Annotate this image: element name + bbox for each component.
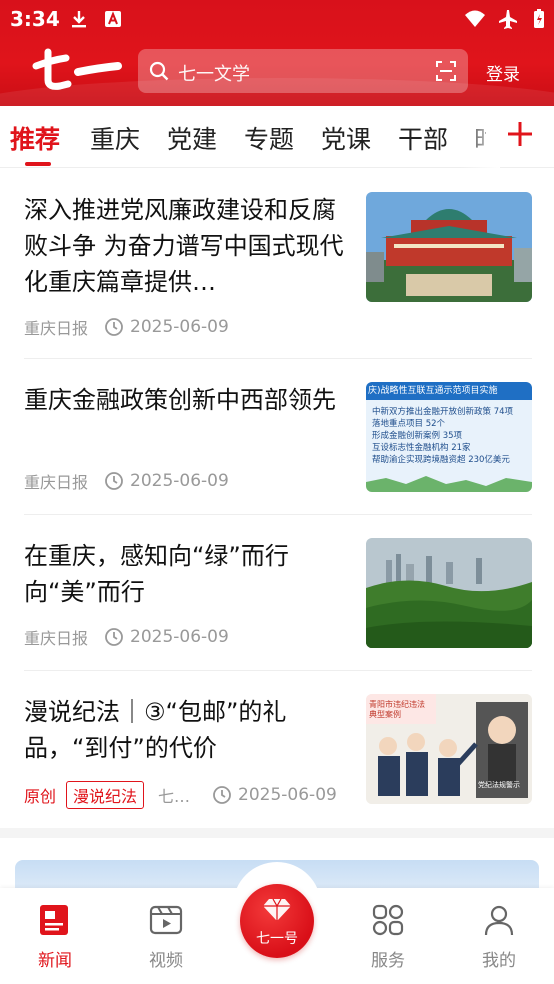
great-hall-image xyxy=(366,192,532,302)
article-date: 2025-06-09 xyxy=(238,785,337,805)
article-item[interactable]: 在重庆，感知向“绿”而行向“美”而行 重庆日报 2025-06-09 xyxy=(24,538,532,658)
article-meta: 重庆日报 2025-06-09 xyxy=(24,469,229,493)
nav-me[interactable]: 我的 xyxy=(444,888,554,984)
infographic-line: 形成金融创新案例 35项 xyxy=(372,431,463,441)
login-button[interactable]: 登录 xyxy=(486,60,520,85)
tab-chongqing[interactable]: 重庆 xyxy=(90,120,140,156)
tab-cadres[interactable]: 干部 xyxy=(398,120,448,156)
tab-recommend[interactable]: 推荐 xyxy=(10,120,60,156)
nav-news[interactable]: 新闻 xyxy=(0,888,110,984)
article-item[interactable]: 漫说纪法｜③“包邮”的礼品，“到付”的代价 原创 漫说纪法 七… 2025-06… xyxy=(24,694,532,814)
nav-label: 七一号 xyxy=(256,931,298,947)
nav-qiyi-hao[interactable]: 七一号 xyxy=(240,884,314,958)
comic-board-text: 党纪法规警示 xyxy=(478,781,520,789)
article-meta: 重庆日报 2025-06-09 xyxy=(24,315,229,339)
wifi-icon xyxy=(465,10,485,27)
clock-icon xyxy=(213,786,231,804)
video-icon xyxy=(149,905,183,935)
article-source: 重庆日报 xyxy=(24,319,89,338)
list-divider xyxy=(24,514,532,515)
article-title: 重庆金融政策创新中西部领先 xyxy=(24,386,336,414)
list-divider xyxy=(24,358,532,359)
nav-label: 我的 xyxy=(482,951,516,971)
article-thumbnail: 青阳市违纪违法典型案例 党纪法规警示 xyxy=(366,694,532,804)
article-title: 在重庆，感知向“绿”而行向“美”而行 xyxy=(24,542,289,606)
article-thumbnail xyxy=(366,192,532,302)
infographic-lines: 中新双方推出金融开放创新政策 74项 落地重点项目 52个 形成金融创新案例 3… xyxy=(372,406,513,466)
nav-label: 新闻 xyxy=(38,951,72,971)
article-thumbnail xyxy=(366,538,532,648)
nav-label: 视频 xyxy=(149,951,183,971)
article-date: 2025-06-09 xyxy=(130,627,229,647)
airplane-icon xyxy=(499,10,517,29)
add-channel-icon[interactable] xyxy=(506,120,534,148)
app-header: 3:34 七一文学 登录 xyxy=(0,0,554,106)
gem-icon xyxy=(263,898,291,921)
scan-icon[interactable] xyxy=(434,59,458,83)
article-item[interactable]: 重庆金融政策创新中西部领先 重庆日报 2025-06-09 庆)战略性互联互通示… xyxy=(24,382,532,502)
section-separator xyxy=(0,828,554,838)
infographic-line: 落地重点项目 52个 xyxy=(372,419,446,429)
battery-charging-icon xyxy=(534,9,544,28)
article-source: 七… xyxy=(158,787,191,806)
article-date: 2025-06-09 xyxy=(130,317,229,337)
nav-services[interactable]: 服务 xyxy=(333,888,443,984)
tab-topics[interactable]: 专题 xyxy=(244,120,294,156)
search-icon xyxy=(149,61,169,81)
list-divider xyxy=(24,670,532,671)
status-bar: 3:34 xyxy=(0,0,554,38)
topic-tag[interactable]: 漫说纪法 xyxy=(66,781,145,809)
user-icon xyxy=(484,905,514,936)
article-thumbnail: 庆)战略性互联互通示范项目实施 中新双方推出金融开放创新政策 74项 落地重点项… xyxy=(366,382,532,492)
search-placeholder: 七一文学 xyxy=(178,64,250,85)
active-tab-indicator xyxy=(25,162,51,166)
nav-label: 服务 xyxy=(371,951,405,971)
original-badge: 原创 xyxy=(24,787,57,806)
clock-icon xyxy=(105,628,123,646)
article-title: 漫说纪法｜③“包邮”的礼品，“到付”的代价 xyxy=(24,698,287,762)
infographic-line: 中新双方推出金融开放创新政策 74项 xyxy=(372,407,514,417)
nav-video[interactable]: 视频 xyxy=(111,888,221,984)
clock-icon xyxy=(105,318,123,336)
news-icon xyxy=(40,905,68,935)
green-city-image xyxy=(366,538,532,648)
status-time: 3:34 xyxy=(10,7,60,31)
search-bar[interactable]: 七一文学 xyxy=(138,49,468,93)
qiyi-logo xyxy=(32,48,122,90)
grid-icon xyxy=(372,904,404,936)
article-source: 重庆日报 xyxy=(24,629,89,648)
article-source: 重庆日报 xyxy=(24,473,89,492)
download-icon xyxy=(72,11,86,28)
skyline-graphic xyxy=(366,476,532,492)
article-item[interactable]: 深入推进党风廉政建设和反腐败斗争 为奋力谱写中国式现代化重庆篇章提供… 重庆日报… xyxy=(24,192,532,342)
tab-party-class[interactable]: 党课 xyxy=(321,120,371,156)
article-meta: 重庆日报 2025-06-09 xyxy=(24,625,229,649)
clock-icon xyxy=(105,472,123,490)
tabs-fade xyxy=(460,106,500,168)
infographic-header: 庆)战略性互联互通示范项目实施 xyxy=(366,382,532,400)
article-title: 深入推进党风廉政建设和反腐败斗争 为奋力谱写中国式现代化重庆篇章提供… xyxy=(24,196,344,296)
article-meta: 原创 漫说纪法 七… 2025-06-09 xyxy=(24,781,337,809)
channel-tabs: 推荐 重庆 党建 专题 党课 干部 时 xyxy=(0,106,554,168)
tab-party-building[interactable]: 党建 xyxy=(167,120,217,156)
infographic-line: 互设标志性金融机构 21家 xyxy=(372,443,471,453)
article-date: 2025-06-09 xyxy=(130,471,229,491)
comic-sign-text: 青阳市违纪违法典型案例 xyxy=(369,700,425,719)
infographic-line: 帮助渝企实现跨境融资超 230亿美元 xyxy=(372,455,510,465)
font-app-icon xyxy=(105,11,121,27)
